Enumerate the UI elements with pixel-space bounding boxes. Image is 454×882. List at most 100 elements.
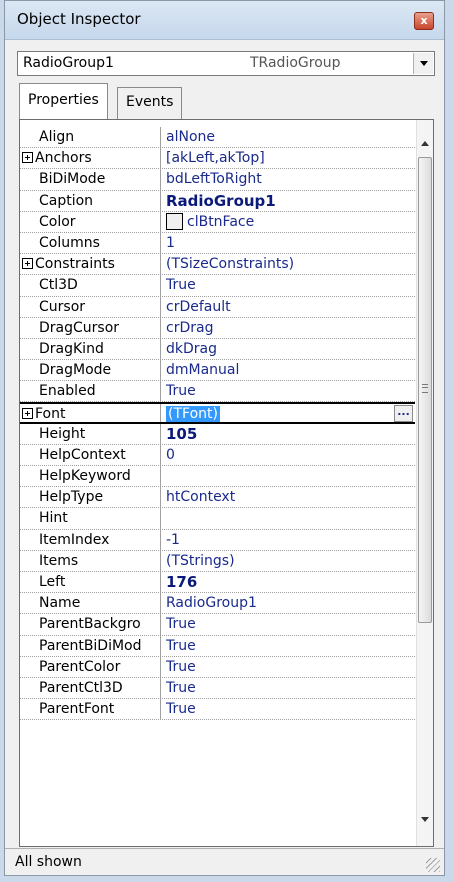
property-value[interactable]: crDrag bbox=[166, 318, 415, 338]
vertical-scrollbar[interactable] bbox=[416, 120, 433, 846]
property-name[interactable]: Font bbox=[20, 404, 161, 422]
property-row[interactable]: HelpContext 0 bbox=[20, 444, 415, 466]
property-value[interactable]: True bbox=[166, 657, 415, 677]
property-value[interactable]: True bbox=[166, 699, 415, 719]
property-value[interactable]: clBtnFace bbox=[166, 212, 415, 232]
property-row[interactable]: Color clBtnFace bbox=[20, 211, 415, 233]
property-name[interactable]: HelpContext bbox=[20, 444, 161, 465]
resize-grip-icon[interactable] bbox=[426, 858, 440, 872]
property-row[interactable]: ItemIndex -1 bbox=[20, 529, 415, 551]
scroll-up-arrow-icon[interactable] bbox=[417, 136, 433, 153]
property-value[interactable]: (TSizeConstraints) bbox=[166, 254, 415, 274]
chevron-down-icon[interactable] bbox=[413, 53, 433, 74]
property-value[interactable]: htContext bbox=[166, 487, 415, 507]
property-value[interactable]: True bbox=[166, 636, 415, 656]
property-value[interactable]: True bbox=[166, 381, 415, 401]
property-value[interactable]: 0 bbox=[166, 445, 415, 465]
property-row[interactable]: Name RadioGroup1 bbox=[20, 593, 415, 615]
expand-plus-icon[interactable] bbox=[22, 408, 33, 420]
property-value[interactable]: 176 bbox=[166, 572, 415, 592]
property-value[interactable]: bdLeftToRight bbox=[166, 169, 415, 189]
property-name[interactable]: HelpType bbox=[20, 487, 161, 508]
property-row[interactable]: DragMode dmManual bbox=[20, 360, 415, 382]
property-name[interactable]: HelpKeyword bbox=[20, 466, 161, 487]
expand-plus-icon[interactable] bbox=[22, 152, 33, 164]
property-value[interactable]: True bbox=[166, 275, 415, 295]
property-value[interactable]: (TStrings) bbox=[166, 551, 415, 571]
property-row[interactable]: DragCursor crDrag bbox=[20, 317, 415, 339]
property-row[interactable]: ParentColor True bbox=[20, 656, 415, 678]
property-row[interactable]: Height 105 bbox=[20, 423, 415, 445]
property-row[interactable]: Columns 1 bbox=[20, 232, 415, 255]
property-row[interactable]: HelpType htContext bbox=[20, 487, 415, 509]
property-row[interactable]: Items (TStrings) bbox=[20, 550, 415, 572]
property-row[interactable]: Enabled True bbox=[20, 381, 415, 403]
property-name[interactable]: Color bbox=[20, 211, 161, 232]
property-value[interactable] bbox=[166, 466, 415, 486]
property-name[interactable]: Align bbox=[20, 127, 161, 148]
property-row[interactable]: Constraints (TSizeConstraints) bbox=[20, 254, 415, 276]
object-selector[interactable]: RadioGroup1 TRadioGroup bbox=[17, 51, 435, 76]
property-value[interactable]: True bbox=[166, 678, 415, 698]
property-name[interactable]: ParentColor bbox=[20, 656, 161, 677]
property-row[interactable]: ParentBiDiMod True bbox=[20, 635, 415, 657]
property-name[interactable]: Ctl3D bbox=[20, 275, 161, 296]
property-value[interactable]: [akLeft,akTop] bbox=[166, 148, 415, 168]
property-value[interactable]: dkDrag bbox=[166, 339, 415, 359]
property-row[interactable]: Ctl3D True bbox=[20, 275, 415, 297]
property-row[interactable]: BiDiMode bdLeftToRight bbox=[20, 169, 415, 191]
property-row[interactable]: Font (TFont)... bbox=[20, 402, 415, 424]
tab-properties[interactable]: Properties bbox=[19, 83, 108, 119]
property-value[interactable]: True bbox=[166, 614, 415, 634]
property-row[interactable]: Align alNone bbox=[20, 127, 415, 149]
scroll-down-arrow-icon[interactable] bbox=[417, 811, 433, 828]
ellipsis-button[interactable]: ... bbox=[394, 405, 413, 422]
property-value[interactable]: dmManual bbox=[166, 360, 415, 380]
property-name[interactable]: Columns bbox=[20, 232, 161, 254]
property-name[interactable]: Constraints bbox=[20, 254, 161, 275]
property-value[interactable]: RadioGroup1 bbox=[166, 191, 415, 211]
property-name[interactable]: Enabled bbox=[20, 381, 161, 402]
property-value[interactable]: crDefault bbox=[166, 297, 415, 317]
property-name[interactable]: DragCursor bbox=[20, 317, 161, 338]
property-name[interactable]: ParentBackgro bbox=[20, 614, 161, 635]
property-value[interactable]: (TFont)... bbox=[166, 404, 415, 422]
property-row[interactable]: Caption RadioGroup1 bbox=[20, 190, 415, 212]
property-row[interactable]: HelpKeyword bbox=[20, 466, 415, 488]
property-name[interactable]: ItemIndex bbox=[20, 529, 161, 550]
property-name[interactable]: Left bbox=[20, 571, 161, 593]
close-button[interactable]: x bbox=[414, 12, 434, 30]
property-name[interactable]: ParentFont bbox=[20, 699, 161, 720]
property-value[interactable]: RadioGroup1 bbox=[166, 593, 415, 613]
expand-plus-icon[interactable] bbox=[22, 258, 33, 270]
property-name[interactable]: Hint bbox=[20, 508, 161, 529]
property-name[interactable]: ParentBiDiMod bbox=[20, 635, 161, 656]
property-row[interactable]: Anchors [akLeft,akTop] bbox=[20, 148, 415, 170]
property-value[interactable]: 105 bbox=[166, 424, 415, 444]
property-name[interactable]: ParentCtl3D bbox=[20, 677, 161, 699]
property-value[interactable]: alNone bbox=[166, 127, 415, 147]
property-name[interactable]: Caption bbox=[20, 190, 161, 211]
property-row[interactable]: Left 176 bbox=[20, 571, 415, 594]
property-value[interactable]: 1 bbox=[166, 233, 415, 253]
property-row[interactable]: DragKind dkDrag bbox=[20, 338, 415, 361]
property-row[interactable]: ParentCtl3D True bbox=[20, 677, 415, 700]
property-name[interactable]: Items bbox=[20, 550, 161, 571]
property-row[interactable]: Cursor crDefault bbox=[20, 296, 415, 318]
title-bar[interactable]: Object Inspector x bbox=[5, 1, 444, 40]
property-name[interactable]: Cursor bbox=[20, 296, 161, 317]
property-row[interactable]: ParentBackgro True bbox=[20, 614, 415, 636]
property-name[interactable]: Name bbox=[20, 593, 161, 614]
property-value[interactable] bbox=[166, 508, 415, 528]
property-name[interactable]: Anchors bbox=[20, 148, 161, 169]
property-name[interactable]: BiDiMode bbox=[20, 169, 161, 190]
property-grid[interactable]: Align alNone Anchors [akLeft,akTop] BiDiMode… bbox=[19, 119, 434, 847]
property-name[interactable]: DragMode bbox=[20, 360, 161, 381]
tab-events[interactable]: Events bbox=[117, 87, 183, 119]
property-name[interactable]: Height bbox=[20, 423, 161, 444]
property-name[interactable]: DragKind bbox=[20, 338, 161, 360]
property-row[interactable]: ParentFont True bbox=[20, 699, 415, 721]
scrollbar-thumb[interactable] bbox=[418, 157, 432, 623]
property-row[interactable]: Hint bbox=[20, 508, 415, 530]
property-value[interactable]: -1 bbox=[166, 530, 415, 550]
